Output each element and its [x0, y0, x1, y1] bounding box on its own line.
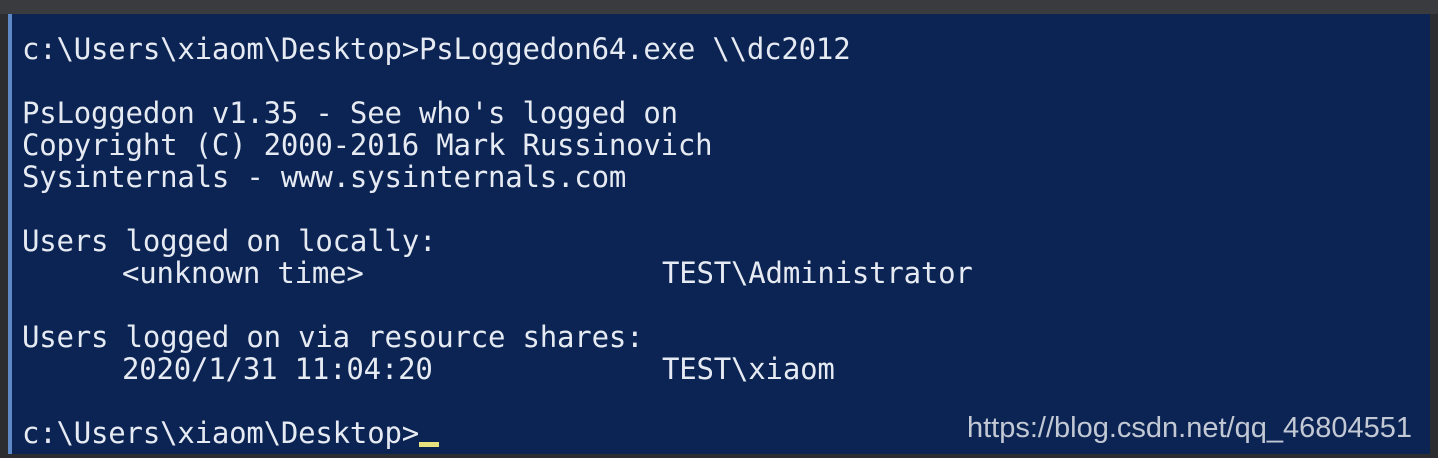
window-top-strip: [0, 0, 1438, 14]
local-users-header: Users logged on locally:: [22, 224, 437, 258]
local-user-name: TEST\Administrator: [662, 256, 973, 290]
share-user-name: TEST\xiaom: [662, 352, 835, 386]
terminal-window[interactable]: c:\Users\xiaom\Desktop>PsLoggedon64.exe …: [8, 14, 1430, 454]
banner-title: PsLoggedon v1.35 - See who's logged on: [22, 96, 678, 130]
text-cursor: [418, 442, 439, 447]
local-user-time: <unknown time>: [122, 256, 364, 290]
prompt-text: c:\Users\xiaom\Desktop>: [22, 416, 419, 450]
command-line: c:\Users\xiaom\Desktop>PsLoggedon64.exe …: [22, 32, 851, 66]
local-user-row: <unknown time> TEST\Administrator: [22, 258, 973, 288]
banner-website: Sysinternals - www.sysinternals.com: [22, 160, 627, 194]
prompt-line[interactable]: c:\Users\xiaom\Desktop>: [22, 418, 439, 448]
window-bottom-strip: [0, 454, 1438, 458]
banner-copyright: Copyright (C) 2000-2016 Mark Russinovich: [22, 128, 713, 162]
watermark-url: https://blog.csdn.net/qq_46804551: [966, 412, 1412, 444]
share-users-header: Users logged on via resource shares:: [22, 320, 644, 354]
share-user-row: 2020/1/31 11:04:20 TEST\xiaom: [22, 354, 835, 384]
share-user-time: 2020/1/31 11:04:20: [122, 352, 433, 386]
